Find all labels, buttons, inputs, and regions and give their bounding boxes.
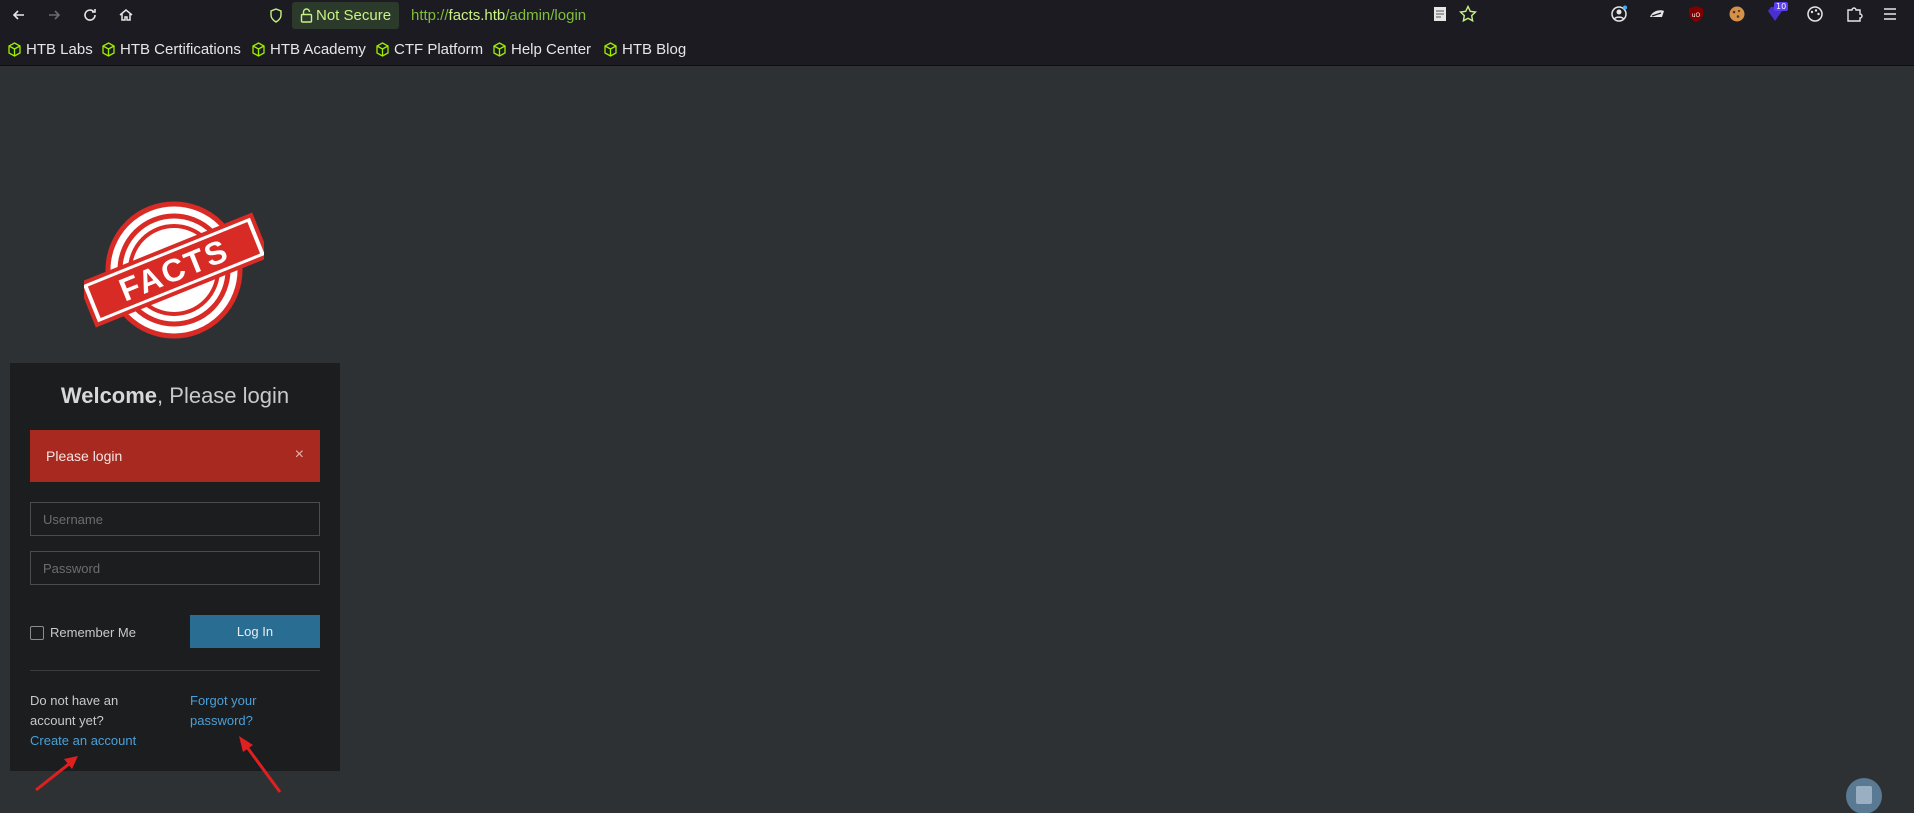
create-account-section: Do not have an account yet? Create an ac… xyxy=(30,691,150,751)
extension-vpn-icon[interactable] xyxy=(1648,5,1666,23)
cookie-editor-icon[interactable] xyxy=(1728,5,1746,23)
title-bold: Welcome xyxy=(60,383,158,408)
bookmark-htb-blog[interactable]: HTB Blog xyxy=(603,40,686,58)
bookmark-label: HTB Labs xyxy=(26,40,93,58)
login-title: Welcome, Please login xyxy=(10,383,340,409)
bookmarks-toolbar: HTB Labs HTB Certifications HTB Academy … xyxy=(0,31,1914,66)
bookmark-htb-academy[interactable]: HTB Academy xyxy=(251,40,366,58)
htb-cube-icon xyxy=(102,41,115,57)
htb-cube-icon xyxy=(493,41,506,57)
alert-text: Please login xyxy=(46,448,123,464)
create-account-link[interactable]: Create an account xyxy=(30,731,150,751)
url-path: /admin/login xyxy=(505,7,587,24)
remember-me-label: Remember Me xyxy=(50,625,136,640)
not-secure-label: Not Secure xyxy=(316,7,392,24)
ublock-icon[interactable]: uO xyxy=(1687,5,1705,23)
settings-palette-icon[interactable] xyxy=(1806,5,1824,23)
url-prefix: http:// xyxy=(411,7,449,24)
url-text[interactable]: http://facts.htb/admin/login xyxy=(411,2,586,29)
extension-badge: 10 xyxy=(1774,2,1789,11)
url-bar[interactable]: Not Secure http://facts.htb/admin/login xyxy=(262,2,1492,29)
forgot-password-link[interactable]: Forgot your password? xyxy=(190,691,290,731)
bookmark-star-icon[interactable] xyxy=(1459,5,1477,23)
annotation-arrow-forgot-password xyxy=(239,736,282,793)
htb-cube-icon xyxy=(376,41,389,57)
account-icon[interactable] xyxy=(1610,5,1628,23)
password-input[interactable] xyxy=(30,551,320,585)
bookmark-label: CTF Platform xyxy=(394,40,484,58)
insecure-lock-icon xyxy=(300,8,313,23)
bookmark-htb-certifications[interactable]: HTB Certifications xyxy=(101,40,241,58)
bookmark-ctf-platform[interactable]: CTF Platform xyxy=(375,40,483,58)
no-account-text: Do not have an account yet? xyxy=(30,693,119,728)
bookmark-help-center[interactable]: Help Center xyxy=(492,40,591,58)
bookmark-label: HTB Academy xyxy=(270,40,366,58)
facts-logo: FACTS xyxy=(84,201,264,339)
bookmark-htb-labs[interactable]: HTB Labs xyxy=(7,40,93,58)
forgot-password-section: Forgot your password? xyxy=(190,691,290,731)
extensions-puzzle-icon[interactable] xyxy=(1845,5,1863,23)
svg-text:uO: uO xyxy=(1692,12,1701,19)
reload-button[interactable] xyxy=(78,3,102,27)
login-alert: Please login × xyxy=(30,430,320,482)
remember-me-checkbox[interactable] xyxy=(30,625,44,640)
browser-navbar: Not Secure http://facts.htb/admin/login … xyxy=(0,0,1914,31)
bookmark-label: HTB Blog xyxy=(622,40,687,58)
home-button[interactable] xyxy=(114,3,138,27)
annotation-arrow-create-account xyxy=(35,756,78,792)
bookmark-label: Help Center xyxy=(511,40,592,58)
username-input[interactable] xyxy=(30,502,320,536)
back-button[interactable] xyxy=(7,3,31,27)
bookmark-label: HTB Certifications xyxy=(120,40,241,58)
forward-button[interactable] xyxy=(42,3,66,27)
divider xyxy=(30,670,320,671)
login-panel: Welcome, Please login Please login × Rem… xyxy=(10,363,340,771)
login-button[interactable]: Log In xyxy=(190,615,320,648)
clipboard-widget-icon[interactable] xyxy=(1846,778,1882,813)
reload-icon xyxy=(84,9,96,21)
title-rest: , Please login xyxy=(157,383,290,408)
htb-cube-icon xyxy=(604,41,617,57)
url-host: facts.htb xyxy=(448,7,506,24)
htb-cube-icon xyxy=(252,41,265,57)
htb-cube-icon xyxy=(8,41,21,57)
tracking-shield-icon[interactable] xyxy=(269,8,283,23)
back-arrow-icon xyxy=(12,10,24,20)
home-icon xyxy=(119,9,133,21)
alert-close-icon[interactable]: × xyxy=(295,446,304,464)
not-secure-indicator[interactable]: Not Secure xyxy=(292,2,400,29)
menu-hamburger-icon[interactable] xyxy=(1881,5,1899,23)
remember-me[interactable]: Remember Me xyxy=(30,625,136,640)
forward-arrow-icon xyxy=(49,10,61,20)
reader-mode-icon[interactable] xyxy=(1431,5,1449,23)
